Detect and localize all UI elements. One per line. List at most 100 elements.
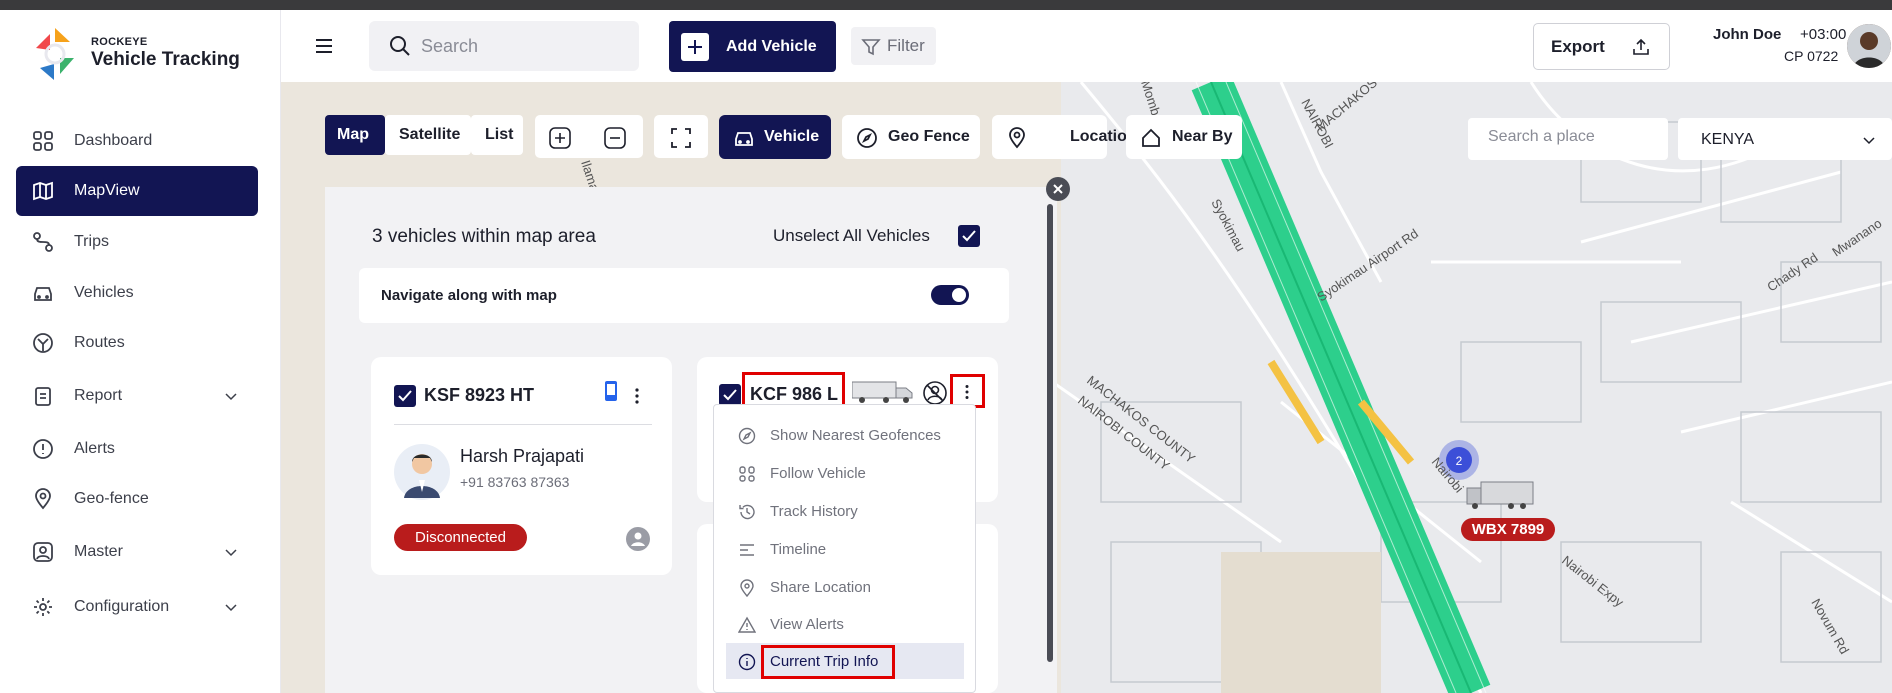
location-pin-icon <box>1009 127 1025 149</box>
layer-geo-fence-button[interactable]: Geo Fence <box>842 115 980 159</box>
close-icon[interactable] <box>1046 177 1070 201</box>
add-vehicle-button[interactable]: Add Vehicle <box>669 21 836 72</box>
sidebar-item-configuration[interactable]: Configuration <box>16 582 258 632</box>
sidebar-item-label: Master <box>74 543 123 560</box>
menu-item-follow-vehicle[interactable]: Follow Vehicle <box>714 455 977 491</box>
sidebar-item-label: Dashboard <box>74 132 153 149</box>
location-pin-icon <box>35 488 51 510</box>
unselect-all-checkbox[interactable] <box>958 225 980 247</box>
menu-item-view-alerts[interactable]: View Alerts <box>714 606 977 642</box>
vehicle-checkbox[interactable] <box>394 385 416 407</box>
export-button[interactable]: Export <box>1533 23 1670 70</box>
chevron-down-icon <box>225 604 237 612</box>
status-badge: Disconnected <box>394 524 527 551</box>
panel-title: 3 vehicles within map area <box>372 226 596 247</box>
sidebar-item-label: Report <box>74 387 123 404</box>
check-icon <box>962 230 976 242</box>
menu-item-timeline[interactable]: Timeline <box>714 531 977 567</box>
alert-circle-icon <box>33 439 53 459</box>
zoom-out-icon[interactable] <box>603 126 627 150</box>
search-input[interactable] <box>421 33 621 59</box>
tab-list[interactable]: List <box>471 115 523 155</box>
sidebar-item-master[interactable]: Master <box>16 527 258 577</box>
layer-vehicle-label: Vehicle <box>764 128 820 145</box>
sidebar-item-mapview[interactable]: MapView <box>16 166 258 216</box>
tab-satellite[interactable]: Satellite <box>385 115 471 155</box>
gear-icon <box>34 598 52 616</box>
no-driver-icon <box>923 381 947 405</box>
card-divider <box>394 424 652 425</box>
route-pin-icon <box>33 232 53 252</box>
chevron-down-icon <box>1863 137 1875 145</box>
annotation-highlight <box>761 645 895 679</box>
menu-item-track-history[interactable]: Track History <box>714 493 977 529</box>
tab-list-label: List <box>485 126 514 143</box>
sidebar-item-trips[interactable]: Trips <box>16 217 258 267</box>
tab-map[interactable]: Map <box>325 115 385 155</box>
sidebar-item-label: Vehicles <box>74 284 134 301</box>
toggle-knob <box>952 288 966 302</box>
check-icon <box>398 390 412 402</box>
chevron-down-icon <box>225 549 237 557</box>
vehicle-map-tag[interactable]: WBX 7899 <box>1461 518 1555 541</box>
layer-near-by-button[interactable]: Near By <box>1126 115 1242 159</box>
more-vertical-icon[interactable] <box>634 387 640 405</box>
brand-title: Vehicle Tracking <box>91 49 240 70</box>
user-avatar[interactable] <box>1847 24 1891 68</box>
sidebar-item-label: Alerts <box>74 440 115 457</box>
place-search-input[interactable] <box>1488 128 1658 146</box>
filter-button[interactable]: Filter <box>851 27 936 65</box>
country-value: KENYA <box>1701 131 1755 148</box>
user-square-icon <box>33 542 53 562</box>
brand-logo <box>36 28 74 80</box>
more-vertical-icon[interactable] <box>964 384 970 400</box>
panel-scrollbar[interactable] <box>1047 204 1053 662</box>
menu-item-show-nearest-geofences[interactable]: Show Nearest Geofences <box>714 417 977 453</box>
phone-icon <box>605 381 617 401</box>
sidebar-item-report[interactable]: Report <box>16 371 258 421</box>
layer-near-by-label: Near By <box>1172 128 1233 145</box>
layer-vehicle-button[interactable]: Vehicle <box>719 115 831 159</box>
menu-item-label: Timeline <box>770 541 827 558</box>
filter-icon <box>861 39 881 56</box>
menu-item-label: Follow Vehicle <box>770 465 866 482</box>
grid-icon <box>33 131 53 151</box>
zoom-in-icon[interactable] <box>548 126 572 150</box>
add-vehicle-label: Add Vehicle <box>726 38 817 55</box>
menu-item-share-location[interactable]: Share Location <box>714 569 977 605</box>
place-search <box>1468 118 1668 160</box>
car-icon <box>735 132 753 146</box>
truck-icon <box>852 381 913 403</box>
tab-map-label: Map <box>337 126 369 143</box>
menu-item-label: Track History <box>770 503 858 520</box>
layer-location-button[interactable]: Location <box>992 115 1137 159</box>
filter-label: Filter <box>887 36 925 55</box>
zoom-controls <box>535 115 643 158</box>
country-select[interactable]: KENYA <box>1678 118 1892 160</box>
map-icon <box>33 181 53 201</box>
sidebar-item-label: Geo-fence <box>74 490 149 507</box>
fullscreen-button[interactable] <box>654 115 708 158</box>
sidebar-item-geo-fence[interactable]: Geo-fence <box>16 474 258 524</box>
vehicle-checkbox[interactable] <box>719 384 741 406</box>
user-name: John Doe <box>1713 26 1782 43</box>
sidebar-item-vehicles[interactable]: Vehicles <box>16 268 258 318</box>
check-icon <box>723 389 737 401</box>
fork-icon <box>33 333 53 353</box>
sidebar-item-routes[interactable]: Routes <box>16 318 258 368</box>
sidebar-item-alerts[interactable]: Alerts <box>16 424 258 474</box>
plus-icon <box>681 33 709 61</box>
chevron-down-icon <box>225 393 237 401</box>
navigate-with-map-toggle[interactable] <box>931 285 969 305</box>
search-icon <box>390 36 410 56</box>
driver-name: Harsh Prajapati <box>460 446 585 466</box>
sidebar-item-dashboard[interactable]: Dashboard <box>16 116 258 166</box>
menu-toggle-icon[interactable] <box>313 36 335 56</box>
location-pin-icon <box>740 579 754 597</box>
clipboard-icon <box>35 387 51 406</box>
unselect-all-label: Unselect All Vehicles <box>773 226 930 245</box>
driver-phone: +91 83763 87363 <box>460 474 570 490</box>
follow-icon <box>739 466 755 482</box>
window-top-strip <box>0 0 1892 10</box>
global-search <box>369 21 639 71</box>
